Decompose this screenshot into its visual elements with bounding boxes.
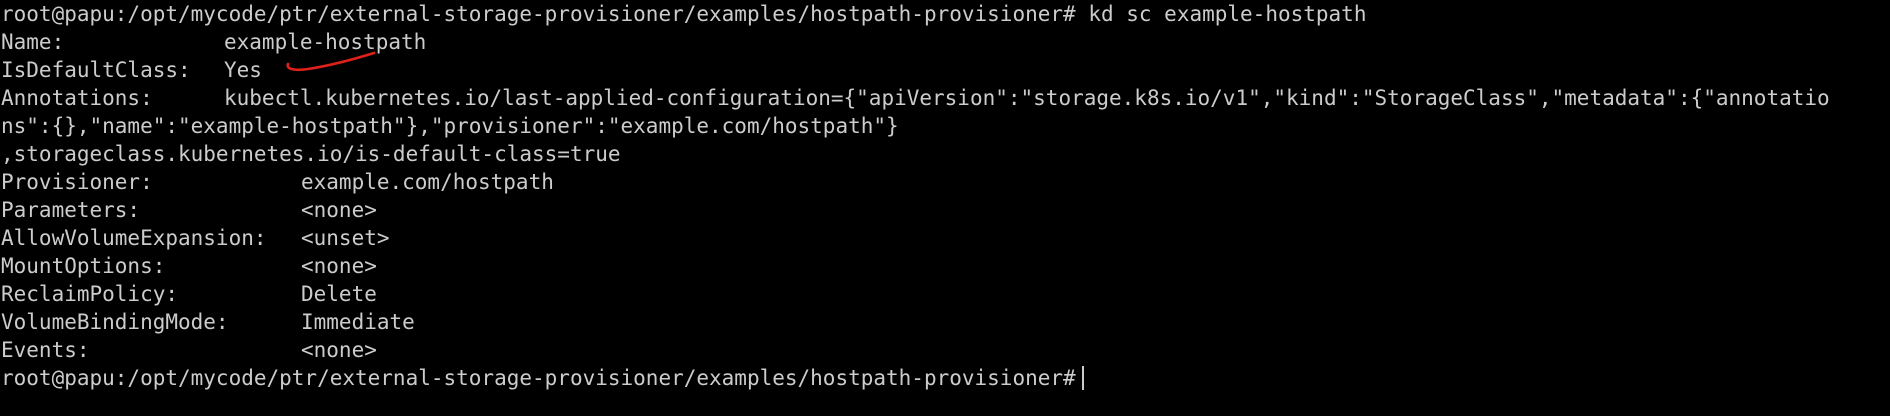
field-value: <none> (301, 254, 377, 278)
output-line-reclaimpolicy: ReclaimPolicy: Delete (0, 280, 1890, 308)
field-value: Delete (301, 282, 377, 306)
field-value: kubectl.kubernetes.io/last-applied-confi… (224, 86, 1830, 110)
output-line-annotations-wrap: ns":{},"name":"example-hostpath"},"provi… (0, 112, 1890, 140)
output-line-provisioner: Provisioner: example.com/hostpath (0, 168, 1890, 196)
terminal-window[interactable]: root@papu:/opt/mycode/ptr/external-stora… (0, 0, 1890, 416)
typed-command: kd sc example-hostpath (1075, 2, 1367, 26)
field-value: example-hostpath (224, 30, 427, 54)
field-value: Immediate (301, 310, 415, 334)
field-key: Parameters: (1, 198, 141, 222)
field-key: MountOptions: (1, 254, 166, 278)
field-key: ReclaimPolicy: (1, 282, 179, 306)
output-line-mountoptions: MountOptions: <none> (0, 252, 1890, 280)
wrapped-text: ns":{},"name":"example-hostpath"},"provi… (1, 114, 899, 138)
output-line-events: Events: <none> (0, 336, 1890, 364)
output-line-isdefaultclass: IsDefaultClass: Yes (0, 56, 1890, 84)
text-cursor (1081, 366, 1084, 390)
field-value: <unset> (301, 226, 390, 250)
output-line-name: Name: example-hostpath (0, 28, 1890, 56)
active-prompt-line[interactable]: root@papu:/opt/mycode/ptr/external-stora… (0, 364, 1890, 392)
field-key: IsDefaultClass: (1, 58, 191, 82)
field-value: Yes (224, 58, 262, 82)
output-line-annotations-default-class: ,storageclass.kubernetes.io/is-default-c… (0, 140, 1890, 168)
shell-prompt: root@papu:/opt/mycode/ptr/external-stora… (1, 366, 1076, 390)
output-line-volumebindingmode: VolumeBindingMode: Immediate (0, 308, 1890, 336)
shell-prompt: root@papu:/opt/mycode/ptr/external-stora… (1, 2, 1076, 26)
field-key: Annotations: (1, 86, 153, 110)
output-line-allowvolumeexpansion: AllowVolumeExpansion: <unset> (0, 224, 1890, 252)
wrapped-text: ,storageclass.kubernetes.io/is-default-c… (1, 142, 621, 166)
field-value: example.com/hostpath (301, 170, 554, 194)
field-key: Name: (1, 30, 65, 54)
field-key: VolumeBindingMode: (1, 310, 229, 334)
field-key: Events: (1, 338, 90, 362)
field-value: <none> (301, 338, 377, 362)
output-line-annotations: Annotations: kubectl.kubernetes.io/last-a… (0, 84, 1890, 112)
command-prompt-line: root@papu:/opt/mycode/ptr/external-stora… (0, 0, 1890, 28)
field-value: <none> (301, 198, 377, 222)
field-key: Provisioner: (1, 170, 153, 194)
field-key: AllowVolumeExpansion: (1, 226, 267, 250)
output-line-parameters: Parameters: <none> (0, 196, 1890, 224)
